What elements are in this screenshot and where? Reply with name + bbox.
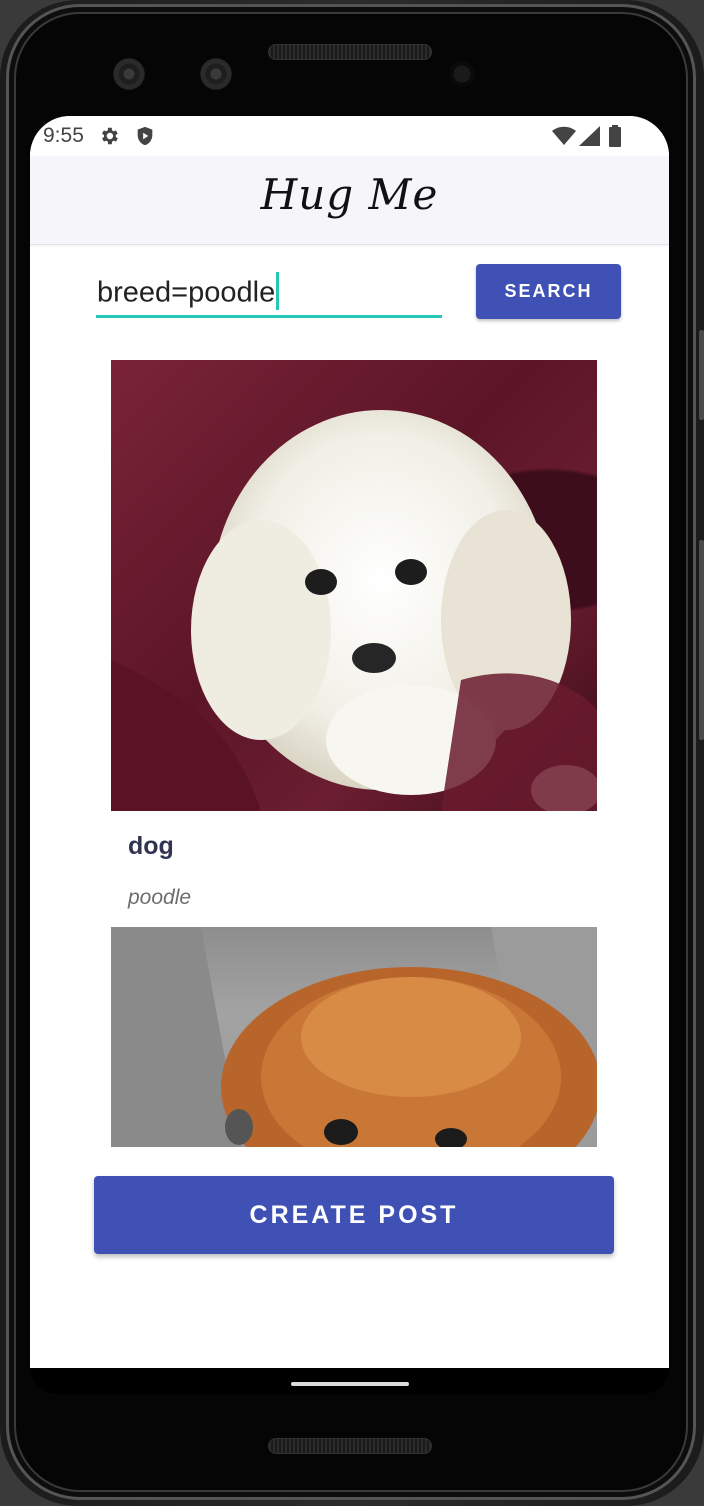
poodle-brown-image xyxy=(111,927,597,1147)
create-post-button[interactable]: CREATE POST xyxy=(94,1176,614,1254)
volume-button xyxy=(699,330,704,420)
status-bar: 9:55 xyxy=(30,116,669,156)
poodle-puppy-image xyxy=(111,410,597,811)
earpiece-speaker xyxy=(268,44,432,60)
post-feed[interactable]: dog poodle xyxy=(30,360,669,1147)
navigation-bar xyxy=(30,1368,669,1394)
battery-icon xyxy=(609,125,621,147)
search-button[interactable]: SEARCH xyxy=(476,264,621,319)
front-sensor-icon xyxy=(200,58,232,90)
phone-screen: 9:55 Hug Me breed=poodle SEARCH dog pood… xyxy=(30,116,669,1368)
post-breed: poodle xyxy=(128,886,192,909)
post-photo[interactable] xyxy=(111,360,597,811)
proximity-sensor-icon xyxy=(449,61,475,87)
search-input-value: breed=poodle xyxy=(97,276,276,309)
app-bar: Hug Me xyxy=(30,156,669,245)
front-camera-icon xyxy=(113,58,145,90)
shield-icon xyxy=(137,126,153,146)
post-title: dog xyxy=(128,832,174,860)
wifi-icon xyxy=(552,126,576,145)
text-caret xyxy=(276,272,280,310)
cell-signal-icon xyxy=(579,126,600,146)
home-gesture-handle[interactable] xyxy=(291,1382,409,1386)
app-title: Hug Me xyxy=(260,170,439,219)
power-button xyxy=(699,540,704,740)
gear-icon xyxy=(102,127,118,145)
bottom-speaker xyxy=(268,1438,432,1454)
status-time: 9:55 xyxy=(43,124,84,147)
search-input[interactable]: breed=poodle xyxy=(96,266,442,318)
post-photo[interactable] xyxy=(111,927,597,1147)
